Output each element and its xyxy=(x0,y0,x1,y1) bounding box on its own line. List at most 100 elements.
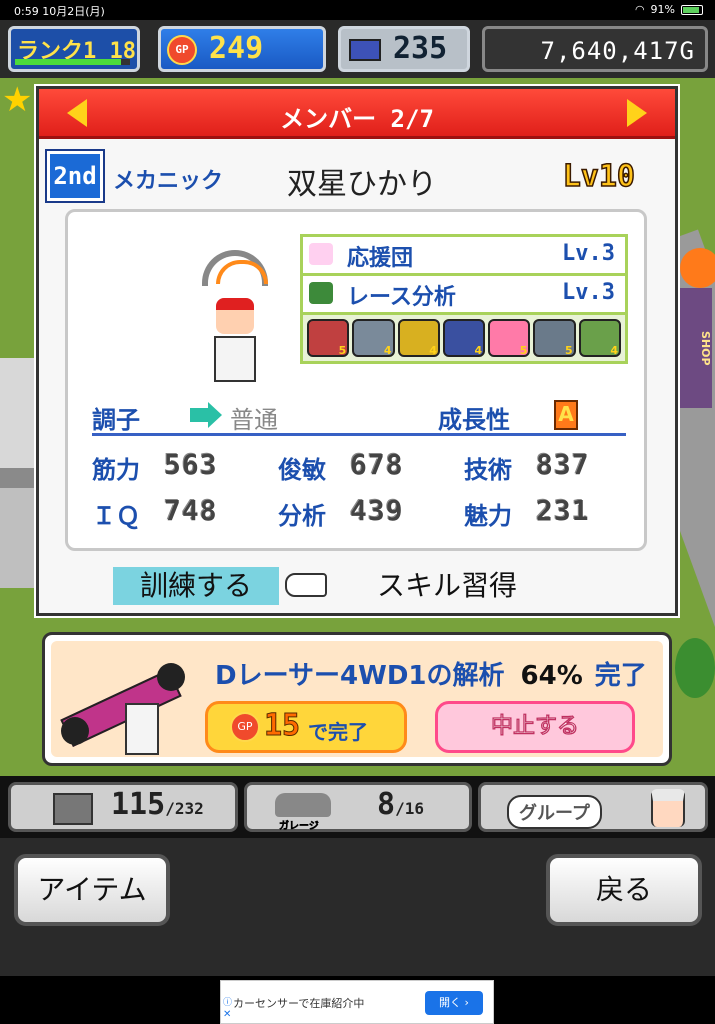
stats-section: 調子 普通 成長性 A 筋力 563 俊敏 678 技術 837 ＩＱ 748 … xyxy=(92,398,626,530)
skill-name: レース分析 xyxy=(347,285,456,310)
stat-analysis: 分析 439 xyxy=(278,494,438,534)
member-level: Lv10 xyxy=(562,158,636,195)
cancel-analysis-button[interactable]: 中止する xyxy=(435,701,635,753)
garage-car-icon xyxy=(275,793,331,817)
top-hud: ランク1 18 GP 249 235 7,640,417G xyxy=(0,20,715,78)
garage-counter[interactable]: ガレージ 8/16 xyxy=(244,782,472,832)
skill-item[interactable]: レース分析 Lv.3 xyxy=(303,276,625,312)
rank-indicator[interactable]: ランク1 18 xyxy=(8,26,140,72)
stat-iq: ＩＱ 748 xyxy=(92,494,252,534)
skill-level: Lv.3 xyxy=(562,241,615,266)
pc-points-counter[interactable]: 235 xyxy=(338,26,470,72)
stat-strength: 筋力 563 xyxy=(92,448,252,488)
bottom-bar: 115/232 ガレージ 8/16 グループ アイテム 戻る xyxy=(0,776,715,976)
group-button[interactable]: グループ xyxy=(478,782,708,832)
seat-icon[interactable]: 4 xyxy=(442,319,486,357)
ad-open-button[interactable]: 開く › xyxy=(425,991,483,1015)
analysis-status: Dレーサー4WD1の解析 64% 完了 xyxy=(215,655,647,692)
stat-charm: 魅力 231 xyxy=(464,494,624,534)
stat-technique: 技術 837 xyxy=(464,448,624,488)
member-name: 双星ひかり xyxy=(287,167,437,202)
status-time-date: 0:59 10月2日(月) xyxy=(14,5,105,18)
stat-value: 678 xyxy=(350,448,404,481)
panel-title: メンバー 2/7 xyxy=(280,105,434,133)
back-button[interactable]: 戻る xyxy=(546,854,702,926)
item-button[interactable]: アイテム xyxy=(14,854,170,926)
engine-icon[interactable]: 5 xyxy=(307,319,350,357)
wheel xyxy=(157,663,185,691)
gp-counter[interactable]: GP 249 xyxy=(158,26,326,72)
status-right: ◠ 91% xyxy=(635,3,703,16)
member-detail-card: 応援団 Lv.3 レース分析 Lv.3 5 4 4 4 5 5 4 調子 普通 … xyxy=(65,209,647,551)
parts-counter[interactable]: 115/232 xyxy=(8,782,238,832)
skill-item[interactable]: 応援団 Lv.3 xyxy=(303,237,625,273)
battery-charging-icon xyxy=(681,4,703,15)
stat-label: 魅力 xyxy=(464,502,512,530)
tree xyxy=(675,638,715,698)
growth-grade-badge: A xyxy=(554,400,578,430)
rank-progress-fill xyxy=(15,59,121,65)
stat-label: ＩＱ xyxy=(92,502,140,530)
wing-icon[interactable]: 5 xyxy=(533,319,576,357)
crate-icon xyxy=(53,793,93,825)
next-arrow-icon[interactable] xyxy=(627,99,647,127)
skill-level: Lv.3 xyxy=(562,280,615,305)
tire-icon[interactable]: 4 xyxy=(397,319,440,357)
stat-agility: 俊敏 678 xyxy=(278,448,438,488)
road-icon[interactable]: 4 xyxy=(578,319,621,357)
analysis-percent: 64% xyxy=(520,661,583,691)
gp-value: 249 xyxy=(209,31,264,66)
arrow-right-icon xyxy=(190,402,222,428)
battery-label: 91% xyxy=(650,3,675,16)
building xyxy=(0,358,40,468)
complete-label: で完了 xyxy=(308,720,368,744)
character-body xyxy=(214,336,256,382)
character-head xyxy=(216,298,254,334)
stat-value: 837 xyxy=(536,448,590,481)
train-button[interactable]: 訓練する xyxy=(113,567,279,605)
stat-label: 分析 xyxy=(278,502,326,530)
ad-banner[interactable]: ⓘ ✕ カーセンサーで在庫紹介中 開く › xyxy=(220,980,494,1024)
star-icon: ★ xyxy=(2,80,33,120)
stat-value: 231 xyxy=(536,494,590,527)
pompom-icon xyxy=(309,243,333,265)
stat-value: 563 xyxy=(164,448,218,481)
gp-coin-icon: GP xyxy=(230,712,260,742)
stat-value: 439 xyxy=(350,494,404,527)
ad-info-icon[interactable]: ⓘ xyxy=(223,995,232,1008)
garage-label: ガレージ xyxy=(279,821,319,833)
money-display: 7,640,417G xyxy=(482,26,708,72)
body-icon[interactable]: 4 xyxy=(352,319,395,357)
panel-header: メンバー 2/7 xyxy=(39,89,675,139)
member-role: メカニック xyxy=(113,169,224,194)
learn-skill-button[interactable]: スキル習得 xyxy=(377,567,517,605)
tree xyxy=(680,248,715,288)
dragster-icon xyxy=(60,653,201,763)
ad-close-icon[interactable]: ✕ xyxy=(223,1009,231,1020)
gp-coin-icon: GP xyxy=(167,35,197,65)
group-label: グループ xyxy=(507,795,602,829)
computer-icon xyxy=(349,39,381,61)
stamina-gauge-icon xyxy=(202,250,268,286)
pink-car-icon[interactable]: 5 xyxy=(488,319,531,357)
stat-value: 748 xyxy=(164,494,218,527)
wheel xyxy=(61,717,89,745)
parts-count: 115/232 xyxy=(111,787,204,822)
monitor-icon xyxy=(309,282,333,304)
analysis-banner: Dレーサー4WD1の解析 64% 完了 GP 15 で完了 中止する xyxy=(42,632,672,766)
member-rank-badge: 2nd xyxy=(45,149,105,203)
parts-aptitude-row: 5 4 4 4 5 5 4 xyxy=(303,315,625,361)
analysis-title: Dレーサー4WD1の解析 xyxy=(215,661,505,691)
stat-label: 技術 xyxy=(464,456,512,484)
pc-points-value: 235 xyxy=(393,31,448,66)
counter-strip: 115/232 ガレージ 8/16 グループ xyxy=(0,776,715,838)
stat-label: 筋力 xyxy=(92,456,140,484)
crew-face-icon xyxy=(651,789,685,827)
analysis-state: 完了 xyxy=(594,661,647,691)
wifi-icon: ◠ xyxy=(634,3,645,16)
member-sprite xyxy=(188,250,278,382)
skill-list: 応援団 Lv.3 レース分析 Lv.3 5 4 4 4 5 5 4 xyxy=(300,234,628,364)
instant-complete-button[interactable]: GP 15 で完了 xyxy=(205,701,407,753)
mechanic-sprite xyxy=(125,703,159,755)
rank-progress-bar xyxy=(15,59,130,65)
